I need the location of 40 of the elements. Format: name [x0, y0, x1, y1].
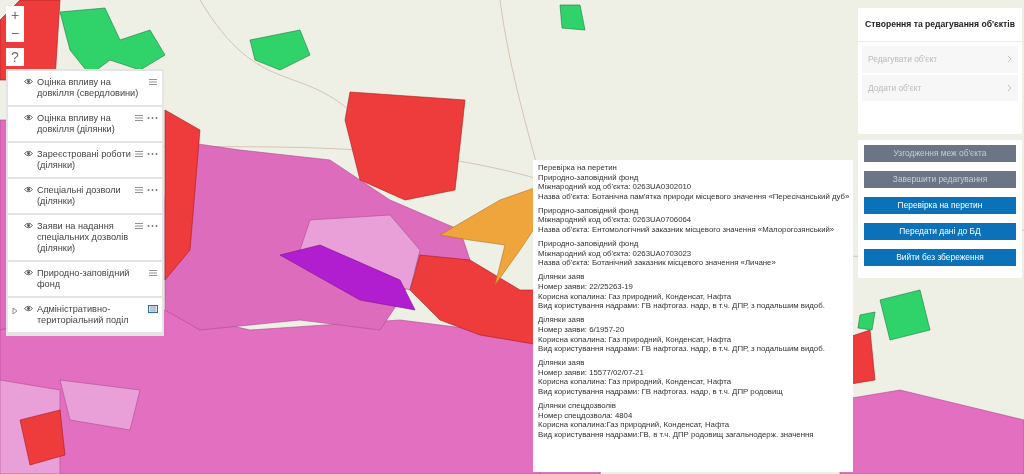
layer-row[interactable]: Заяви на надання спеціальних дозволів (ділянки) — [8, 215, 162, 260]
layer-title[interactable]: Заяви на надання спеціальних дозволів (ділянки) — [37, 221, 131, 254]
layer-row[interactable]: Зареєстровані роботи (ділянки) — [8, 143, 162, 177]
more-options-icon[interactable] — [147, 188, 158, 192]
expand-caret-icon[interactable] — [12, 307, 18, 316]
eye-icon[interactable] — [24, 186, 33, 193]
panel-title: Створення та редагування об'єктів — [858, 8, 1022, 42]
eye-icon[interactable] — [24, 222, 33, 229]
legend-list-icon[interactable] — [134, 150, 144, 158]
action-button[interactable]: Перевірка на перетин — [864, 197, 1016, 214]
action-button[interactable]: Вийти без збереження — [864, 249, 1016, 266]
eye-icon[interactable] — [24, 269, 33, 276]
help-button[interactable]: ? — [6, 48, 24, 66]
more-options-icon[interactable] — [147, 152, 158, 156]
layer-title[interactable]: Оцінка впливу на довкілля (свердловини) — [37, 77, 145, 99]
eye-icon[interactable] — [24, 78, 33, 85]
legend-list-icon[interactable] — [148, 269, 158, 277]
action-button[interactable]: Передати дані до БД — [864, 223, 1016, 240]
layer-title[interactable]: Адміністративно-територіальний поділ — [37, 304, 145, 326]
legend-list-icon[interactable] — [148, 78, 158, 86]
eye-icon[interactable] — [24, 150, 33, 157]
layer-title[interactable]: Оцінка впливу на довкілля (ділянки) — [37, 113, 131, 135]
layer-row[interactable]: Оцінка впливу на довкілля (свердловини) — [8, 71, 162, 105]
layer-title[interactable]: Спеціальні дозволи (ділянки) — [37, 185, 131, 207]
layer-row[interactable]: Спеціальні дозволи (ділянки) — [8, 179, 162, 213]
layer-title[interactable]: Зареєстровані роботи (ділянки) — [37, 149, 131, 171]
legend-list-icon[interactable] — [134, 114, 144, 122]
more-options-icon[interactable] — [147, 224, 158, 228]
legend-list-icon[interactable] — [134, 222, 144, 230]
eye-icon[interactable] — [24, 114, 33, 121]
layer-row[interactable]: Адміністративно-територіальний поділ — [8, 298, 162, 332]
zoom-in-button[interactable]: + — [6, 6, 24, 24]
zoom-out-button[interactable]: − — [6, 24, 24, 42]
layer-title[interactable]: Природно-заповідний фонд — [37, 268, 145, 290]
layer-row[interactable]: Оцінка впливу на довкілля (ділянки) — [8, 107, 162, 141]
legend-list-icon[interactable] — [148, 305, 158, 313]
legend-list-icon[interactable] — [134, 186, 144, 194]
layer-row[interactable]: Природно-заповідний фонд — [8, 262, 162, 296]
more-options-icon[interactable] — [147, 116, 158, 120]
eye-icon[interactable] — [24, 305, 33, 312]
